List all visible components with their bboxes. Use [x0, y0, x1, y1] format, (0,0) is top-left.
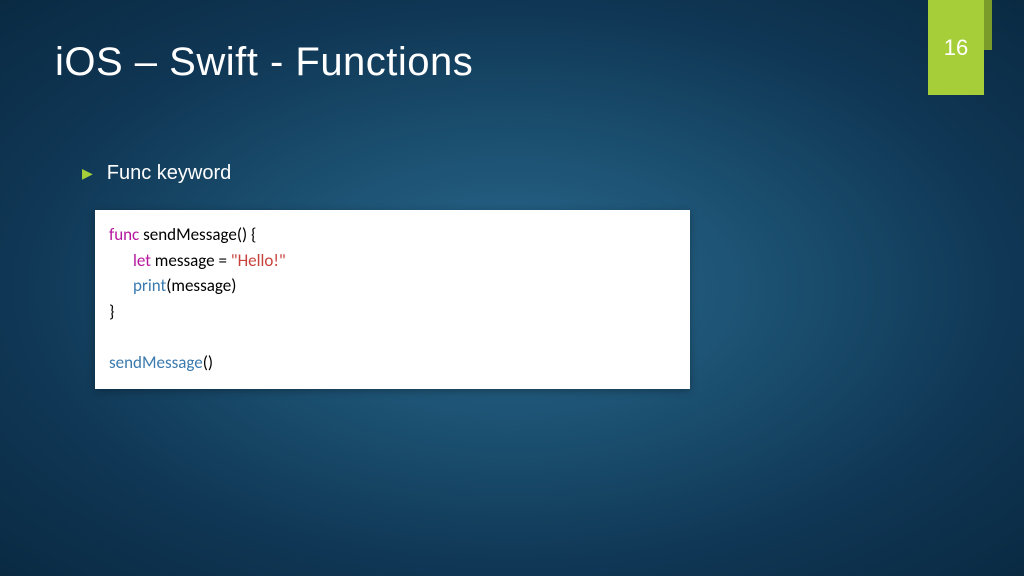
fn-call-sendmessage: sendMessage	[109, 352, 203, 373]
code-text: (message)	[166, 275, 236, 296]
code-line-3: print(message)	[109, 273, 676, 299]
keyword-func: func	[109, 224, 139, 245]
code-text: message =	[151, 250, 231, 271]
triangle-bullet-icon: ▶	[82, 165, 93, 182]
keyword-let: let	[133, 250, 151, 271]
code-line-6: sendMessage()	[109, 350, 676, 376]
code-line-2: let message = "Hello!"	[109, 248, 676, 274]
code-line-1: func sendMessage() {	[109, 222, 676, 248]
code-text: () {	[237, 224, 257, 245]
page-number-tab: 16	[928, 0, 984, 95]
code-line-blank	[109, 324, 676, 350]
bullet-item: ▶ Func keyword	[82, 162, 231, 185]
code-line-4: }	[109, 299, 676, 325]
code-text: ()	[203, 352, 213, 373]
slide-title: iOS – Swift - Functions	[55, 40, 473, 85]
string-literal: "Hello!"	[231, 250, 286, 271]
bullet-text: Func keyword	[107, 162, 232, 185]
code-block: func sendMessage() { let message = "Hell…	[95, 210, 690, 389]
code-fn-name: sendMessage	[139, 224, 237, 245]
page-number: 16	[944, 35, 968, 61]
fn-call-print: print	[133, 275, 166, 296]
